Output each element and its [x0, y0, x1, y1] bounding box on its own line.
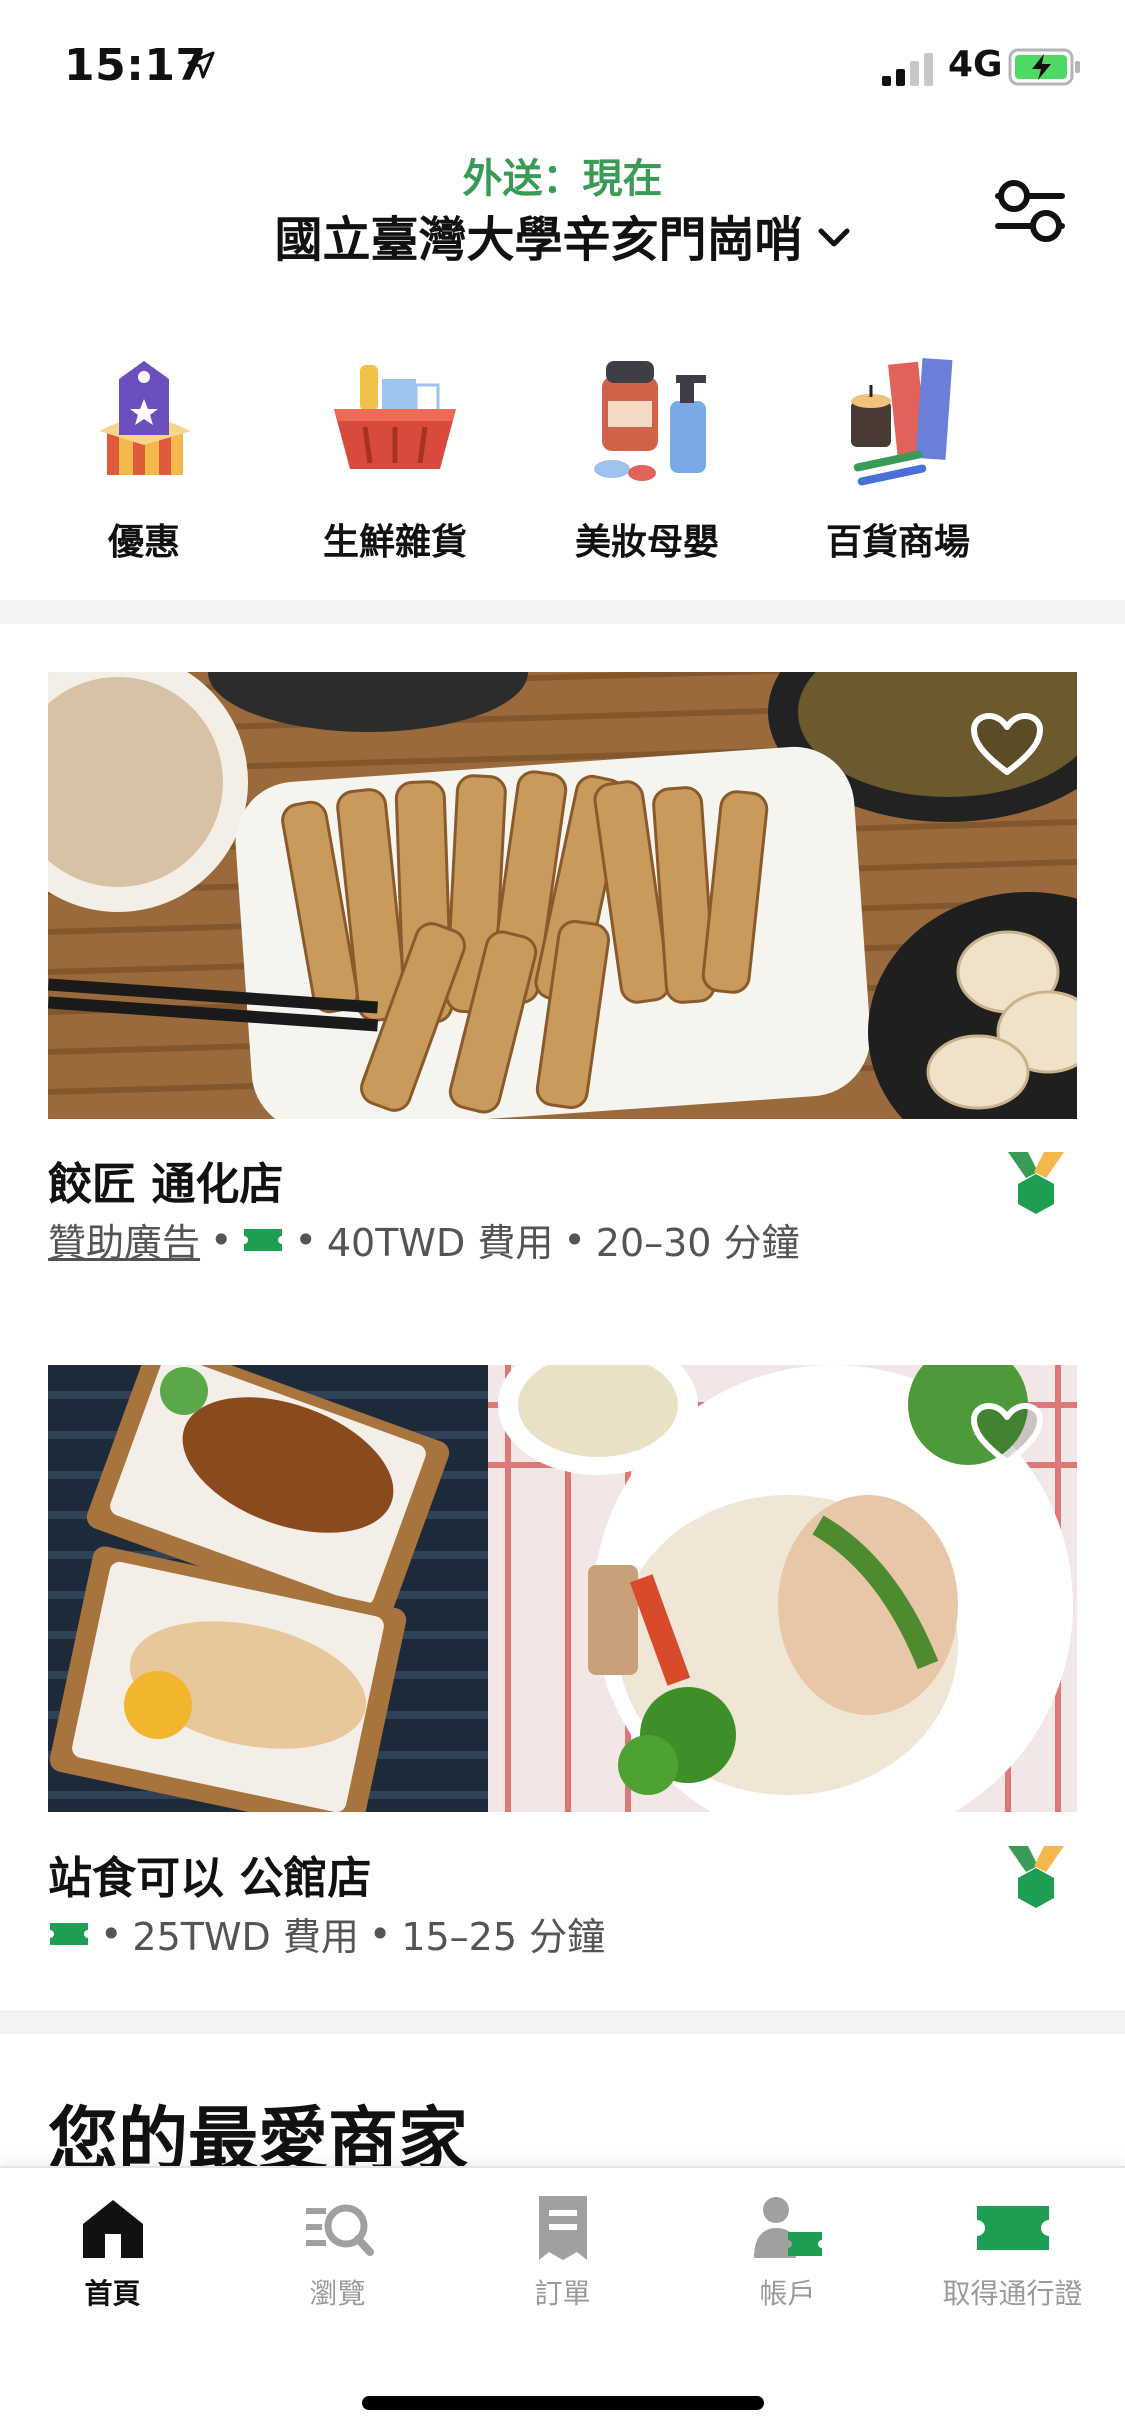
address-selector[interactable]: 國立臺灣大學辛亥門崗哨	[0, 200, 1125, 270]
delivery-fee: 25TWD 費用	[132, 1915, 359, 1959]
browse-icon	[305, 2204, 374, 2256]
filter-settings-icon[interactable]	[992, 176, 1068, 246]
pass-ticket-icon	[50, 1922, 88, 1945]
grocery-basket-icon	[334, 365, 456, 469]
category-department-store[interactable]: 百貨商場	[788, 345, 1008, 565]
heart-favorite-icon[interactable]	[970, 1402, 1044, 1468]
section-divider	[0, 2010, 1125, 2034]
delivery-address[interactable]: 國立臺灣大學辛亥門崗哨	[274, 200, 802, 270]
category-pharmacy[interactable]: 藥	[1040, 345, 1125, 565]
battery-charging-icon	[1008, 48, 1080, 86]
cellular-signal-icon	[882, 53, 933, 86]
tab-label: 帳戶	[759, 2277, 816, 2310]
home-icon	[82, 2200, 143, 2258]
tab-label: 瀏覽	[309, 2277, 366, 2310]
restaurant-name[interactable]: 站食可以 公館店	[48, 1842, 371, 1906]
pharmacy-icon	[1075, 345, 1125, 495]
top-eats-medal-icon	[1008, 1152, 1064, 1214]
tab-browse[interactable]: 瀏覽	[225, 2192, 450, 2312]
sponsored-link[interactable]: 贊助廣告	[48, 1212, 200, 1267]
rice-bowls-photo	[48, 1365, 1077, 1812]
pass-ticket-icon	[244, 1228, 283, 1251]
tab-label: 取得通行證	[942, 2277, 1083, 2310]
category-label: 百貨商場	[825, 522, 970, 563]
orders-icon	[538, 2196, 587, 2260]
location-arrow-icon	[187, 51, 215, 79]
restaurant-image-rice-bowls[interactable]	[48, 1365, 1077, 1812]
category-grocery[interactable]: 生鮮雜貨	[285, 345, 505, 565]
heart-favorite-icon[interactable]	[970, 712, 1044, 778]
top-eats-medal-icon	[1008, 1846, 1064, 1908]
status-bar: 15:17 4G	[0, 0, 1125, 132]
restaurant-name[interactable]: 餃匠 通化店	[48, 1148, 283, 1212]
restaurant-image-dumplings[interactable]	[48, 672, 1077, 1119]
delivery-eta: 20–30 分鐘	[595, 1221, 800, 1265]
section-divider	[0, 600, 1125, 624]
home-indicator[interactable]	[362, 2396, 764, 2410]
deals-tag-icon	[99, 361, 191, 475]
department-store-icon	[851, 358, 953, 486]
network-type: 4G	[948, 44, 1003, 85]
category-beauty-baby[interactable]: 美妝母嬰	[537, 345, 757, 565]
tab-label: 訂單	[534, 2277, 591, 2310]
category-carousel[interactable]: 優惠 生鮮雜貨 美妝母嬰 百貨商場	[0, 345, 1125, 580]
delivery-eta: 15–25 分鐘	[401, 1915, 606, 1959]
category-label: 美妝母嬰	[574, 522, 719, 563]
tab-account[interactable]: 帳戶	[675, 2192, 900, 2312]
chevron-down-icon[interactable]	[817, 226, 851, 250]
category-label: 優惠	[107, 522, 180, 563]
delivery-mode-label[interactable]: 外送：現在	[0, 146, 1125, 204]
pass-icon	[976, 2206, 1049, 2250]
account-icon	[753, 2197, 822, 2258]
beauty-baby-icon	[594, 361, 706, 481]
category-label: 藥	[1040, 513, 1125, 565]
restaurant-meta: 贊助廣告 • • 40TWD 費用 • 20–30 分鐘	[48, 1212, 800, 1267]
tab-home[interactable]: 首頁	[0, 2192, 225, 2312]
delivery-fee: 40TWD 費用	[326, 1221, 554, 1265]
dumplings-photo	[48, 672, 1077, 1119]
category-deals[interactable]: 優惠	[34, 345, 254, 565]
tab-get-pass[interactable]: 取得通行證	[900, 2192, 1125, 2312]
tab-label: 首頁	[84, 2277, 141, 2310]
category-label: 生鮮雜貨	[322, 522, 467, 563]
tab-orders[interactable]: 訂單	[450, 2192, 675, 2312]
restaurant-meta: • 25TWD 費用 • 15–25 分鐘	[48, 1906, 605, 1961]
